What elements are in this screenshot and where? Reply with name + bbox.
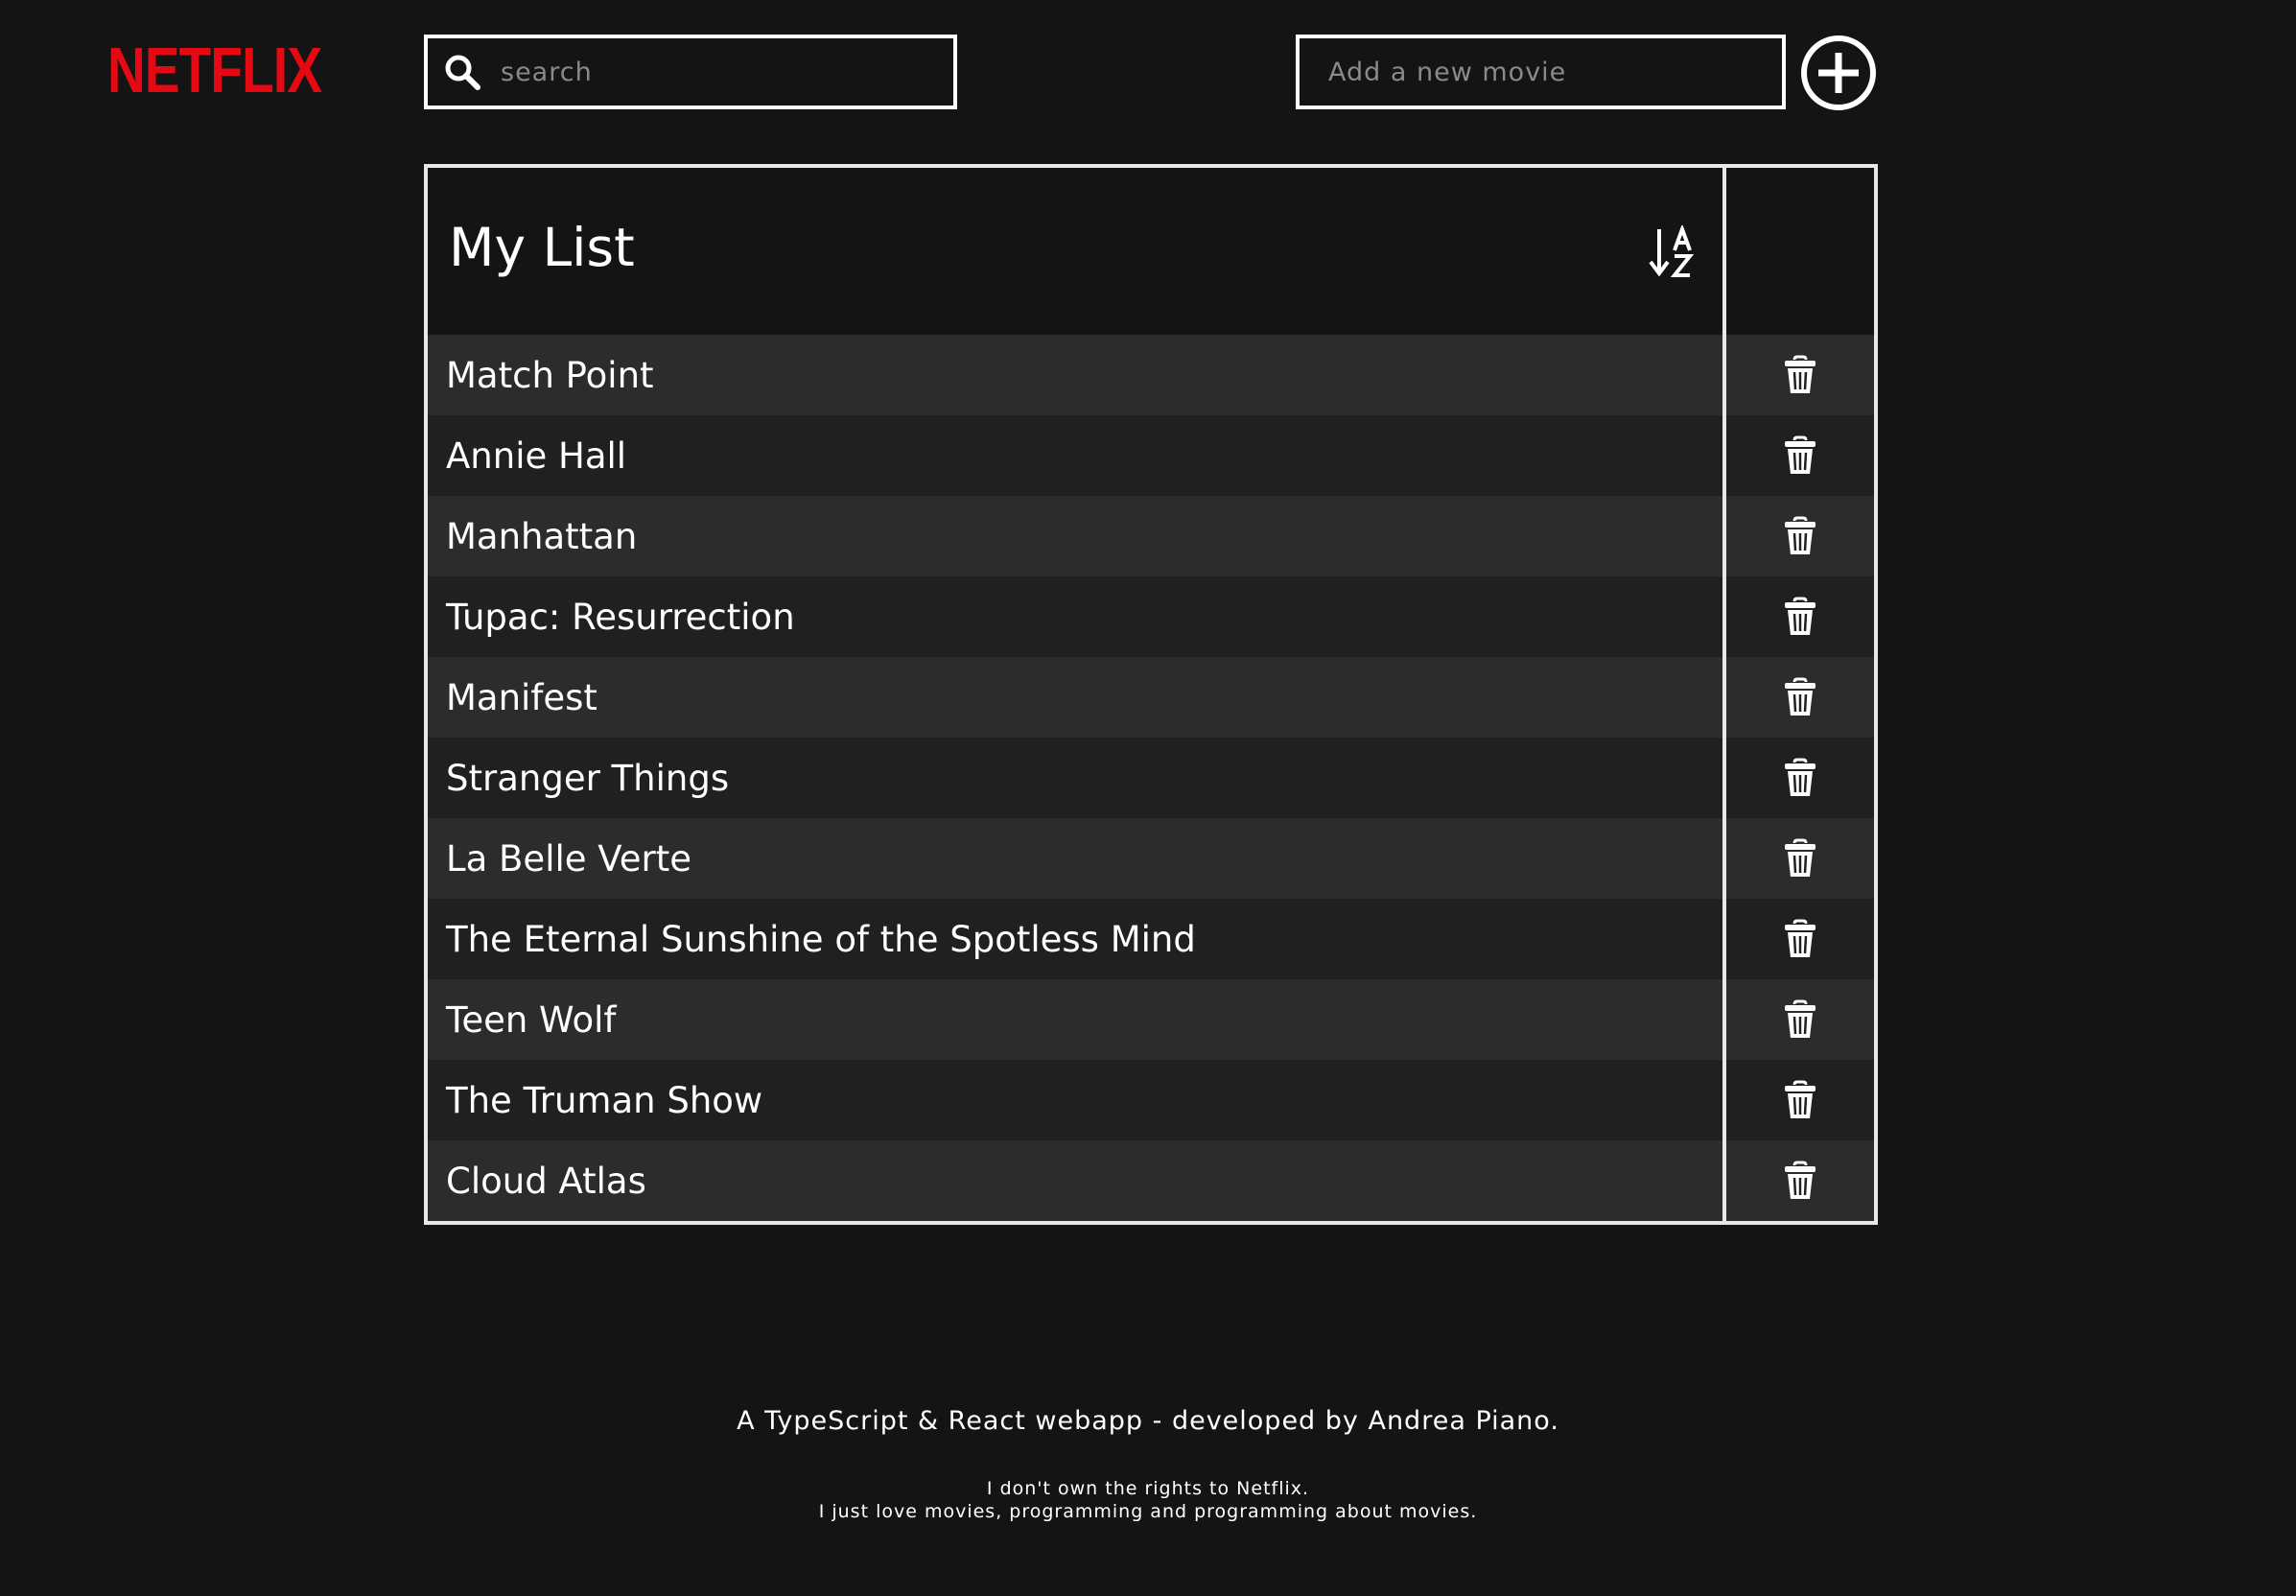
trash-icon <box>1785 677 1816 716</box>
trash-icon <box>1785 1080 1816 1118</box>
movie-title: Teen Wolf <box>446 998 617 1041</box>
add-movie-box <box>1296 35 1786 109</box>
movie-title: Annie Hall <box>446 434 627 477</box>
movie-title: Manhattan <box>446 515 638 557</box>
movie-title: Tupac: Resurrection <box>446 596 795 638</box>
my-list-table: My List Match Point Annie Hall Manhattan Tu… <box>424 164 1878 1225</box>
delete-movie-button[interactable] <box>1780 597 1820 637</box>
movie-title: Manifest <box>446 676 597 718</box>
list-title: My List <box>449 217 635 278</box>
movie-title: Match Point <box>446 354 654 396</box>
delete-movie-button[interactable] <box>1780 435 1820 476</box>
delete-movie-button[interactable] <box>1780 919 1820 959</box>
search-input[interactable] <box>501 57 953 87</box>
delete-movie-button[interactable] <box>1780 838 1820 879</box>
sort-alpha-down-icon <box>1649 223 1695 277</box>
list-item: Manifest <box>428 657 1874 738</box>
delete-movie-button[interactable] <box>1780 1080 1820 1120</box>
trash-icon <box>1785 1161 1816 1199</box>
trash-icon <box>1785 999 1816 1038</box>
movie-title: The Eternal Sunshine of the Spotless Min… <box>446 918 1196 960</box>
delete-movie-button[interactable] <box>1780 758 1820 798</box>
list-item: Match Point <box>428 335 1874 415</box>
movie-title: La Belle Verte <box>446 837 691 880</box>
list-item: Manhattan <box>428 496 1874 576</box>
list-item: Stranger Things <box>428 738 1874 818</box>
list-item: La Belle Verte <box>428 818 1874 899</box>
list-header: My List <box>428 168 1874 335</box>
footer-disclaimer-line-2: I just love movies, programming and prog… <box>818 1501 1478 1522</box>
sort-alpha-button[interactable] <box>1648 223 1705 279</box>
footer-disclaimer: I don't own the rights to Netflix. I jus… <box>0 1477 2296 1523</box>
movie-title: Stranger Things <box>446 757 730 799</box>
column-divider <box>1722 168 1726 1221</box>
trash-icon <box>1785 355 1816 393</box>
delete-movie-button[interactable] <box>1780 999 1820 1040</box>
movie-list: Match Point Annie Hall Manhattan Tupac: Res… <box>428 335 1874 1221</box>
movie-title: Cloud Atlas <box>446 1160 646 1202</box>
netflix-logo: NETFLIX <box>107 34 322 106</box>
app-root: NETFLIX My List <box>0 0 2296 1596</box>
delete-movie-button[interactable] <box>1780 677 1820 717</box>
plus-circle-icon <box>1801 35 1876 110</box>
footer-credit: A TypeScript & React webapp - developed … <box>737 1406 1559 1436</box>
list-item: Cloud Atlas <box>428 1140 1874 1221</box>
trash-icon <box>1785 516 1816 554</box>
list-item: The Eternal Sunshine of the Spotless Min… <box>428 899 1874 979</box>
list-item: The Truman Show <box>428 1060 1874 1140</box>
footer-disclaimer-line-1: I don't own the rights to Netflix. <box>986 1478 1310 1499</box>
trash-icon <box>1785 435 1816 474</box>
list-item: Teen Wolf <box>428 979 1874 1060</box>
list-item: Annie Hall <box>428 415 1874 496</box>
trash-icon <box>1785 838 1816 877</box>
delete-movie-button[interactable] <box>1780 516 1820 556</box>
movie-title: The Truman Show <box>446 1079 763 1121</box>
add-movie-button[interactable] <box>1799 34 1878 112</box>
delete-movie-button[interactable] <box>1780 1161 1820 1201</box>
trash-icon <box>1785 597 1816 635</box>
add-movie-input[interactable] <box>1328 57 1782 87</box>
trash-icon <box>1785 758 1816 796</box>
search-box <box>424 35 957 109</box>
delete-movie-button[interactable] <box>1780 355 1820 395</box>
trash-icon <box>1785 919 1816 957</box>
search-icon <box>441 51 483 93</box>
list-item: Tupac: Resurrection <box>428 576 1874 657</box>
